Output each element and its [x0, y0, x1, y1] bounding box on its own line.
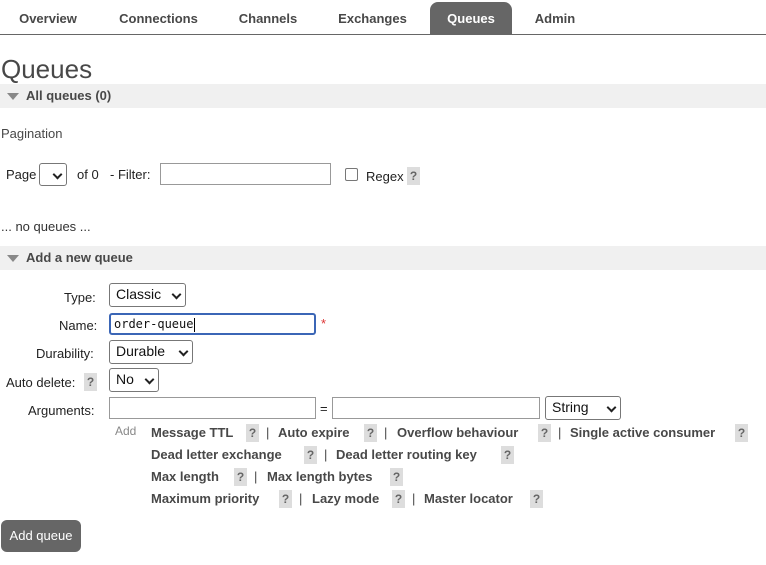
regex-checkbox[interactable] — [345, 168, 358, 181]
name-input[interactable]: order-queue — [109, 313, 316, 335]
chevron-down-icon — [171, 289, 182, 300]
collapse-triangle-icon — [7, 93, 19, 100]
regex-help-icon[interactable]: ? — [407, 167, 420, 185]
argument-type-select[interactable]: String — [545, 396, 621, 420]
chevron-down-icon — [52, 169, 63, 180]
type-select[interactable]: Classic — [109, 283, 186, 307]
tab-connections[interactable]: Connections — [106, 2, 211, 35]
dead-letter-exchange-help-icon[interactable]: ? — [304, 446, 317, 464]
separator: | — [558, 425, 562, 440]
arg-max-length[interactable]: Max length — [151, 469, 219, 484]
collapse-triangle-icon — [7, 255, 19, 262]
tab-exchanges[interactable]: Exchanges — [325, 2, 420, 35]
durability-value: Durable — [116, 343, 166, 359]
durability-label: Durability: — [36, 346, 94, 361]
add-argument-link[interactable]: Add — [115, 424, 136, 438]
max-length-bytes-help-icon[interactable]: ? — [390, 468, 403, 486]
arg-max-length-bytes[interactable]: Max length bytes — [267, 469, 372, 484]
max-length-help-icon[interactable]: ? — [234, 468, 247, 486]
durability-select[interactable]: Durable — [109, 340, 193, 364]
no-queues-text: ... no queues ... — [1, 219, 91, 234]
separator: | — [324, 447, 328, 462]
tab-overview[interactable]: Overview — [5, 2, 91, 35]
type-value: Classic — [116, 286, 162, 302]
arg-dead-letter-routing-key[interactable]: Dead letter routing key — [336, 447, 477, 462]
arg-single-active-consumer[interactable]: Single active consumer — [570, 425, 715, 440]
page-label: Page — [6, 167, 37, 182]
arg-lazy-mode[interactable]: Lazy mode — [312, 491, 379, 506]
type-label: Type: — [64, 290, 96, 305]
arg-message-ttl[interactable]: Message TTL — [151, 425, 233, 440]
add-queue-button[interactable]: Add queue — [1, 520, 81, 552]
lazy-mode-help-icon[interactable]: ? — [392, 490, 405, 508]
tab-admin[interactable]: Admin — [522, 2, 588, 35]
arg-dead-letter-exchange[interactable]: Dead letter exchange — [151, 447, 282, 462]
argument-type-value: String — [552, 399, 589, 415]
pagination-label: Pagination — [1, 126, 63, 141]
arg-overflow-behaviour[interactable]: Overflow behaviour — [397, 425, 518, 440]
separator: | — [412, 491, 416, 506]
separator: | — [254, 469, 258, 484]
equals-sign: = — [320, 401, 328, 416]
arg-auto-expire[interactable]: Auto expire — [278, 425, 350, 440]
message-ttl-help-icon[interactable]: ? — [246, 424, 259, 442]
filter-label: - Filter: — [110, 167, 151, 182]
chevron-down-icon — [606, 402, 617, 413]
auto-delete-help-icon[interactable]: ? — [84, 373, 97, 391]
argument-key-input[interactable] — [109, 397, 316, 419]
chevron-down-icon — [178, 346, 189, 357]
regex-label: Regex — [366, 169, 404, 184]
page-select[interactable] — [39, 163, 67, 186]
name-value: order-queue — [114, 317, 194, 331]
maximum-priority-help-icon[interactable]: ? — [279, 490, 292, 508]
tab-queues[interactable]: Queues — [430, 2, 512, 35]
tab-channels[interactable]: Channels — [226, 2, 310, 35]
all-queues-header[interactable]: All queues (0) — [0, 84, 766, 108]
separator: | — [299, 491, 303, 506]
arg-master-locator[interactable]: Master locator — [424, 491, 513, 506]
filter-input[interactable] — [160, 163, 331, 185]
arg-maximum-priority[interactable]: Maximum priority — [151, 491, 259, 506]
single-active-consumer-help-icon[interactable]: ? — [735, 424, 748, 442]
overflow-behaviour-help-icon[interactable]: ? — [538, 424, 551, 442]
page-count: of 0 — [77, 167, 99, 182]
auto-expire-help-icon[interactable]: ? — [364, 424, 377, 442]
auto-delete-select[interactable]: No — [109, 368, 159, 392]
nav-tabs: Overview Connections Channels Exchanges … — [0, 0, 766, 35]
chevron-down-icon — [144, 374, 155, 385]
page-title: Queues — [1, 54, 93, 84]
text-cursor — [194, 317, 196, 332]
argument-value-input[interactable] — [332, 397, 540, 419]
auto-delete-value: No — [116, 371, 134, 387]
dead-letter-routing-key-help-icon[interactable]: ? — [501, 446, 514, 464]
auto-delete-label: Auto delete: — [6, 375, 76, 390]
required-mark: * — [321, 316, 327, 331]
add-queue-title: Add a new queue — [26, 250, 133, 265]
master-locator-help-icon[interactable]: ? — [530, 490, 543, 508]
add-queue-header[interactable]: Add a new queue — [0, 246, 766, 270]
separator: | — [384, 425, 388, 440]
separator: | — [266, 425, 270, 440]
all-queues-title: All queues (0) — [26, 88, 112, 103]
arguments-label: Arguments: — [28, 403, 95, 418]
name-label: Name: — [59, 318, 98, 333]
